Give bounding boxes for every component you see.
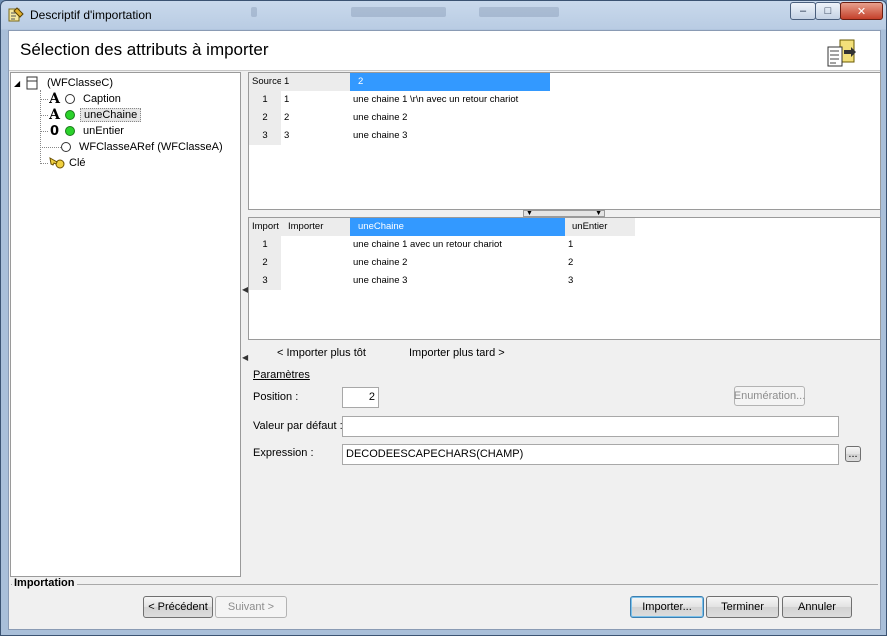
grid-column-header[interactable]: 2 [350,73,550,91]
tree-item-label: Caption [83,93,121,105]
grid-row-number: 3 [249,272,281,290]
grid-cell[interactable]: 1 [281,91,350,109]
cancel-button[interactable]: Annuler [782,596,852,618]
source-grid[interactable]: Source 1 2 1 1 une chaine 1 \r\n avec un… [248,72,881,210]
title-bar[interactable]: Descriptif d'importation – □ ✕ [1,1,886,29]
grid-cell[interactable]: une chaine 2 [350,109,650,127]
params-section-title: Paramètres [253,369,310,381]
maximize-icon: □ [824,5,832,17]
tree-item-unechaine[interactable]: A uneChaine [40,107,142,123]
collapse-icon[interactable]: ◢ [14,79,26,88]
position-input[interactable]: 2 [342,387,379,408]
tree-item-cle[interactable]: Clé [40,155,89,171]
grid-row-number: 1 [249,236,281,254]
inactive-dot-icon [61,142,71,152]
position-label: Position : [253,391,299,403]
grid-cell[interactable] [281,236,350,254]
background-blur [251,7,257,17]
default-value-label: Valeur par défaut : [253,420,343,432]
tree-item-label: Clé [69,157,86,169]
string-type-icon: A [49,91,60,107]
minimize-icon: – [799,5,807,17]
grid-row-number: 2 [249,254,281,272]
wizard-header: Sélection des attributs à importer [9,31,880,71]
importation-group-border [11,584,878,585]
import-grid[interactable]: Import Importer uneChaine unEntier 1 une… [248,217,881,340]
grid-column-header[interactable]: unEntier [565,218,635,236]
grid-corner: Import [249,218,281,236]
tree-item-label: uneChaine [80,108,142,122]
window-title: Descriptif d'importation [30,8,152,22]
expression-label: Expression : [253,447,314,459]
import-earlier-button[interactable]: < Importer plus tôt [277,347,366,359]
grid-corner: Source [249,73,281,91]
grid-cell[interactable]: 3 [281,127,350,145]
import-icon [827,39,856,67]
grid-cell[interactable]: 2 [281,109,350,127]
grid-row-number: 3 [249,127,281,145]
tree-item-label: unEntier [83,125,124,137]
grid-cell[interactable]: 2 [565,254,635,272]
grid-column-header[interactable]: Importer [281,218,350,236]
grid-row-number: 2 [249,109,281,127]
integer-type-icon: 0 [49,123,60,139]
grid-cell[interactable]: une chaine 3 [350,272,565,290]
grid-cell[interactable]: une chaine 2 [350,254,565,272]
minimize-button[interactable]: – [790,2,816,20]
import-wizard-window: Descriptif d'importation – □ ✕ Sélection… [0,0,887,636]
splitter-left-arrow-icon[interactable]: ◀ [242,353,248,362]
tree-item-unentier[interactable]: 0 unEntier [40,123,127,139]
previous-button[interactable]: < Précédent [143,596,213,618]
wizard-app-icon [8,7,24,22]
grid-cell[interactable]: une chaine 1 \r\n avec un retour chariot [350,91,650,109]
tree-item-label: WFClasseARef (WFClasseA) [79,141,223,153]
grid-column-header[interactable]: uneChaine [350,218,565,236]
grid-cell[interactable]: 1 [565,236,635,254]
grid-cell[interactable]: une chaine 1 avec un retour chariot [350,236,565,254]
grid-cell[interactable] [281,272,350,290]
tree-item-wfclassearef[interactable]: WFClasseARef (WFClasseA) [40,139,226,155]
next-button[interactable]: Suivant > [215,596,287,618]
maximize-button[interactable]: □ [815,2,841,20]
close-button[interactable]: ✕ [840,2,883,20]
grid-column-header[interactable]: 1 [281,73,350,91]
grid-cell[interactable]: une chaine 3 [350,127,650,145]
tree-root[interactable]: ◢ (WFClasseC) [14,75,116,91]
importation-group-label: Importation [12,577,77,589]
tree-root-label: (WFClasseC) [47,77,113,89]
default-value-input[interactable] [342,416,839,437]
background-blur [479,7,559,17]
tree-item-caption[interactable]: A Caption [40,91,124,107]
dialog-client: Sélection des attributs à importer ◢ (WF… [8,30,881,630]
string-type-icon: A [49,107,60,123]
finish-button[interactable]: Terminer [706,596,779,618]
inactive-dot-icon [65,94,75,104]
active-dot-icon [65,126,75,136]
enumeration-button[interactable]: Enumération... [734,386,805,406]
active-dot-icon [65,110,75,120]
grid-cell[interactable]: 3 [565,272,635,290]
chevron-down-icon: ▼ [526,210,533,217]
grid-cell[interactable] [281,254,350,272]
import-later-button[interactable]: Importer plus tard > [409,347,505,359]
grid-splitter[interactable]: ▼ ▼ [523,210,605,217]
chevron-down-icon: ▼ [595,210,602,217]
import-button[interactable]: Importer... [630,596,704,618]
attribute-tree[interactable]: ◢ (WFClasseC) A Caption A uneChaine 0 un… [10,72,241,577]
key-icon [49,157,65,169]
expression-browse-button[interactable]: ... [845,446,861,462]
background-blur [351,7,446,17]
grid-row-number: 1 [249,91,281,109]
class-icon [26,76,38,90]
page-title: Sélection des attributs à importer [20,40,269,59]
expression-input[interactable]: DECODEESCAPECHARS(CHAMP) [342,444,839,465]
close-icon: ✕ [856,5,867,18]
